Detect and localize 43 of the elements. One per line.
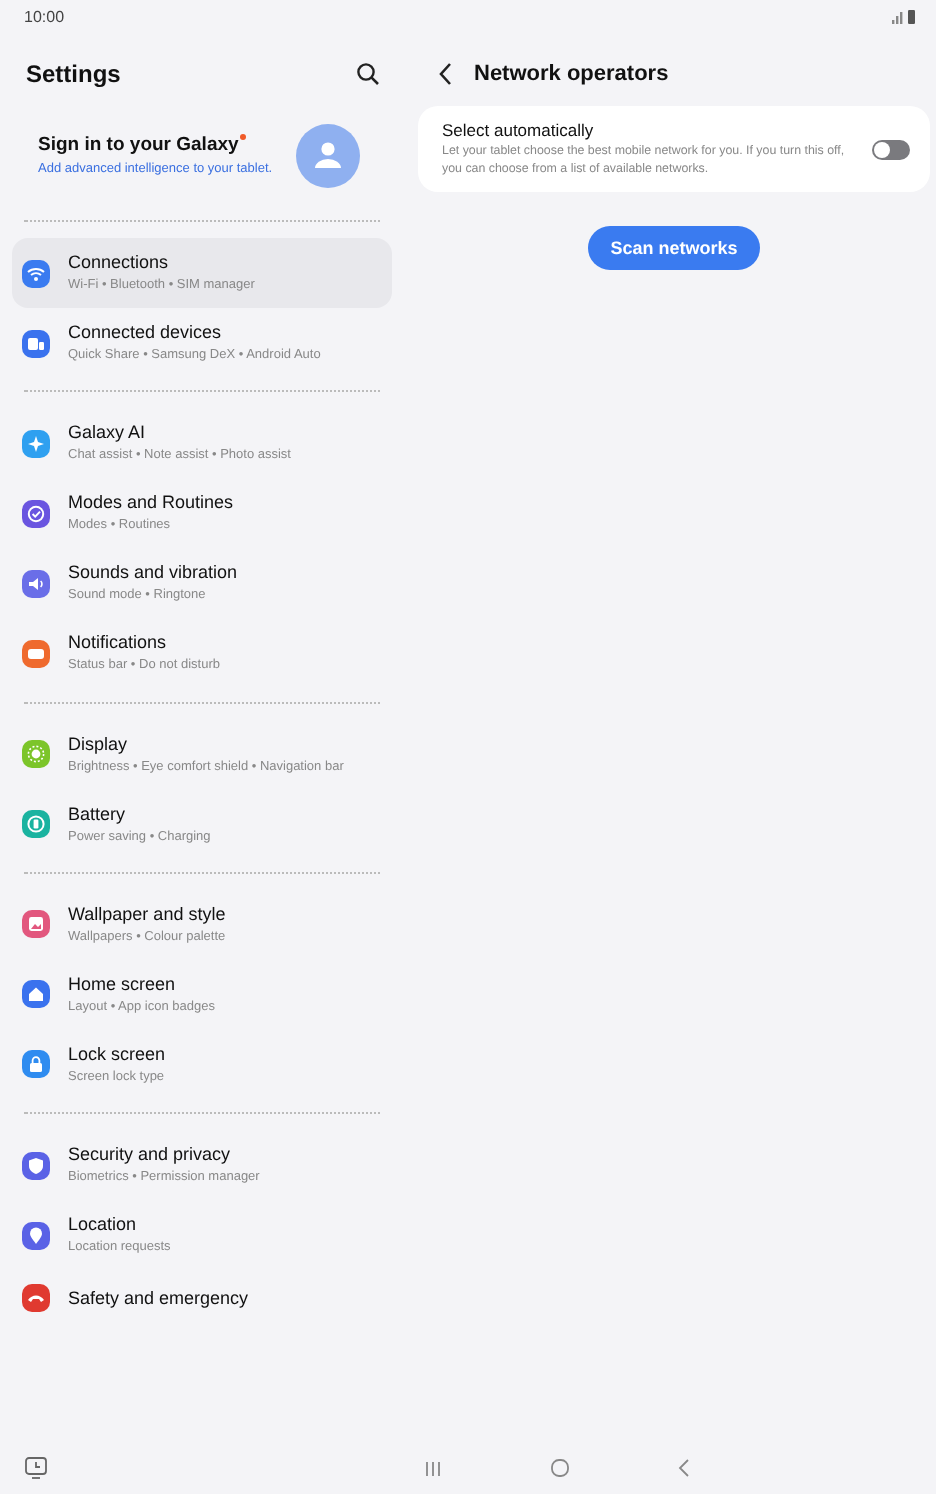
battery-icon — [22, 810, 50, 839]
item-title: Connected devices — [68, 322, 224, 343]
wifi-icon — [22, 259, 50, 288]
sparkle-icon — [22, 429, 50, 458]
item-title: Connections — [68, 252, 171, 272]
recents-icon[interactable] — [424, 1459, 442, 1477]
scan-networks-button[interactable]: Scan networks — [588, 225, 760, 270]
taskbar-icon[interactable] — [24, 1456, 48, 1480]
speaker-icon — [22, 569, 50, 598]
avatar-icon[interactable] — [296, 124, 360, 188]
home-button-icon[interactable] — [550, 1458, 570, 1478]
option-title: Select automatically — [442, 120, 596, 140]
phone-icon — [22, 1284, 50, 1313]
item-title: Security and privacy — [68, 1144, 233, 1165]
item-title: Sounds and vibration — [68, 562, 238, 583]
lock-icon — [22, 1050, 50, 1079]
page-title: Network operators — [474, 62, 669, 86]
toggle-switch[interactable] — [872, 139, 910, 160]
pin-icon — [22, 1221, 50, 1250]
item-title: Display — [68, 733, 130, 754]
status-time: 10:00 — [24, 7, 65, 25]
item-title: Home screen — [68, 973, 178, 994]
search-icon[interactable] — [356, 62, 380, 86]
settings-item[interactable]: Safety and emergency — [12, 1270, 392, 1327]
item-title: Location — [68, 1214, 139, 1235]
item-title: Wallpaper and style — [68, 903, 226, 924]
back-icon[interactable] — [438, 62, 454, 86]
check-icon — [22, 499, 50, 528]
sun-icon — [22, 740, 50, 769]
devices-icon — [22, 329, 50, 358]
item-title: Modes and Routines — [68, 492, 234, 513]
home-icon — [22, 980, 50, 1009]
item-title: Notifications — [68, 632, 169, 653]
item-title: Safety and emergency — [68, 1288, 249, 1309]
shield-icon — [22, 1151, 50, 1180]
signal-battery-icon — [892, 9, 916, 23]
back-nav-icon[interactable] — [678, 1458, 690, 1478]
item-title: Battery — [68, 803, 128, 824]
item-title: Lock screen — [68, 1043, 166, 1064]
account-title[interactable]: Sign in to your Galaxy — [38, 133, 239, 156]
item-title: Galaxy AI — [68, 422, 148, 443]
settings-title: Settings — [26, 60, 121, 88]
image-icon — [22, 910, 50, 939]
